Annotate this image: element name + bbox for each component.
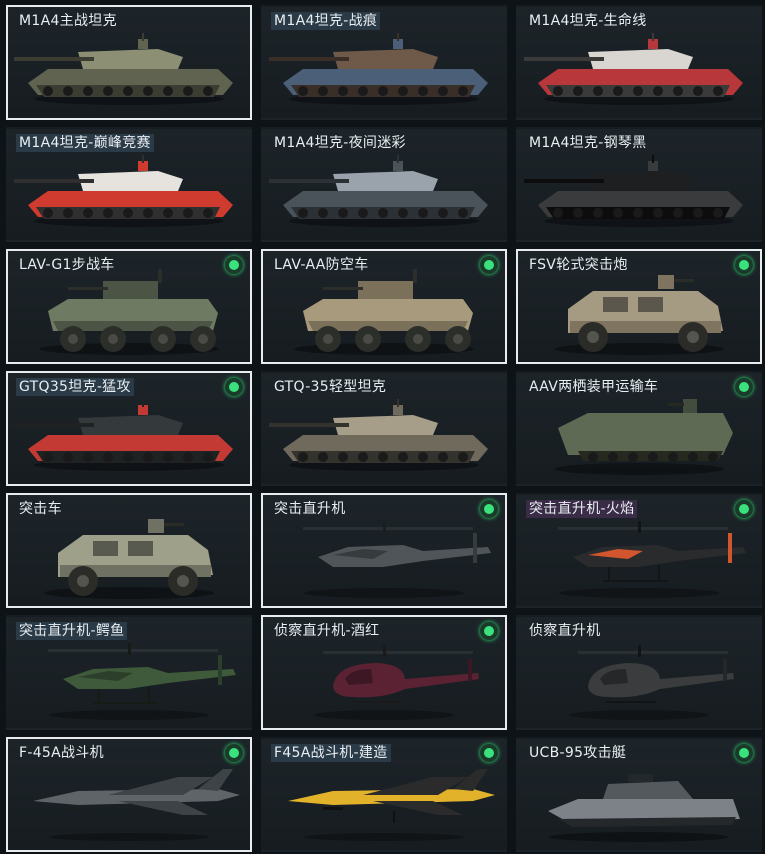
- vehicle-name: 侦察直升机: [529, 623, 601, 639]
- vehicle-card[interactable]: F45A战斗机-建造: [261, 737, 507, 852]
- vehicle-name: 突击直升机-火焰: [526, 500, 638, 518]
- vehicle-name: F-45A战斗机: [19, 745, 104, 761]
- vehicle-card[interactable]: 突击直升机-鳄鱼: [6, 615, 252, 730]
- vehicle-card[interactable]: UCB-95攻击艇: [516, 737, 762, 852]
- equipped-status-icon: [735, 378, 753, 396]
- vehicle-card[interactable]: GTQ-35轻型坦克: [261, 371, 507, 486]
- vehicle-name: GTQ-35轻型坦克: [274, 379, 387, 395]
- vehicle-name: M1A4坦克-战痕: [271, 12, 381, 30]
- equipped-status-icon: [225, 378, 243, 396]
- equipped-status-icon: [225, 256, 243, 274]
- vehicle-card[interactable]: 侦察直升机: [516, 615, 762, 730]
- vehicle-name: AAV两栖装甲运输车: [529, 379, 659, 395]
- vehicle-name: GTQ35坦克-猛攻: [16, 378, 134, 396]
- vehicle-name: M1A4坦克-生命线: [529, 13, 647, 29]
- vehicle-card[interactable]: AAV两栖装甲运输车: [516, 371, 762, 486]
- vehicle-card[interactable]: LAV-G1步战车: [6, 249, 252, 364]
- equipped-status-icon: [735, 744, 753, 762]
- equipped-status-icon: [735, 500, 753, 518]
- vehicle-card[interactable]: M1A4坦克-生命线: [516, 5, 762, 120]
- vehicle-card[interactable]: 侦察直升机-酒红: [261, 615, 507, 730]
- vehicle-card[interactable]: LAV-AA防空车: [261, 249, 507, 364]
- vehicle-card[interactable]: FSV轮式突击炮: [516, 249, 762, 364]
- vehicle-card[interactable]: M1A4坦克-战痕: [261, 5, 507, 120]
- vehicle-card[interactable]: M1A4主战坦克: [6, 5, 252, 120]
- vehicle-name: M1A4坦克-钢琴黑: [529, 135, 647, 151]
- vehicle-card[interactable]: M1A4坦克-夜间迷彩: [261, 127, 507, 242]
- vehicle-name: M1A4坦克-巅峰竞赛: [16, 134, 154, 152]
- vehicle-name: UCB-95攻击艇: [529, 745, 627, 761]
- equipped-status-icon: [480, 622, 498, 640]
- vehicle-card[interactable]: 突击直升机: [261, 493, 507, 608]
- equipped-status-icon: [480, 256, 498, 274]
- vehicle-card[interactable]: 突击直升机-火焰: [516, 493, 762, 608]
- vehicle-name: 侦察直升机-酒红: [274, 623, 380, 639]
- vehicle-name: FSV轮式突击炮: [529, 257, 628, 273]
- vehicle-card[interactable]: 突击车: [6, 493, 252, 608]
- vehicle-name: M1A4主战坦克: [19, 13, 117, 29]
- vehicle-card[interactable]: M1A4坦克-钢琴黑: [516, 127, 762, 242]
- equipped-status-icon: [480, 500, 498, 518]
- vehicle-name: LAV-AA防空车: [274, 257, 369, 273]
- vehicle-name: M1A4坦克-夜间迷彩: [274, 135, 406, 151]
- vehicle-name: 突击车: [19, 501, 62, 517]
- vehicle-card[interactable]: F-45A战斗机: [6, 737, 252, 852]
- vehicle-name: 突击直升机-鳄鱼: [16, 622, 128, 640]
- vehicle-name: F45A战斗机-建造: [271, 744, 391, 762]
- vehicle-card[interactable]: GTQ35坦克-猛攻: [6, 371, 252, 486]
- equipped-status-icon: [480, 744, 498, 762]
- vehicle-card[interactable]: M1A4坦克-巅峰竞赛: [6, 127, 252, 242]
- vehicle-grid: M1A4主战坦克 M1A4坦克-战痕 M1A4坦克-生命线 M1A4坦克-巅峰竞…: [0, 0, 765, 854]
- equipped-status-icon: [735, 256, 753, 274]
- vehicle-name: LAV-G1步战车: [19, 257, 115, 273]
- vehicle-name: 突击直升机: [274, 501, 346, 517]
- equipped-status-icon: [225, 744, 243, 762]
